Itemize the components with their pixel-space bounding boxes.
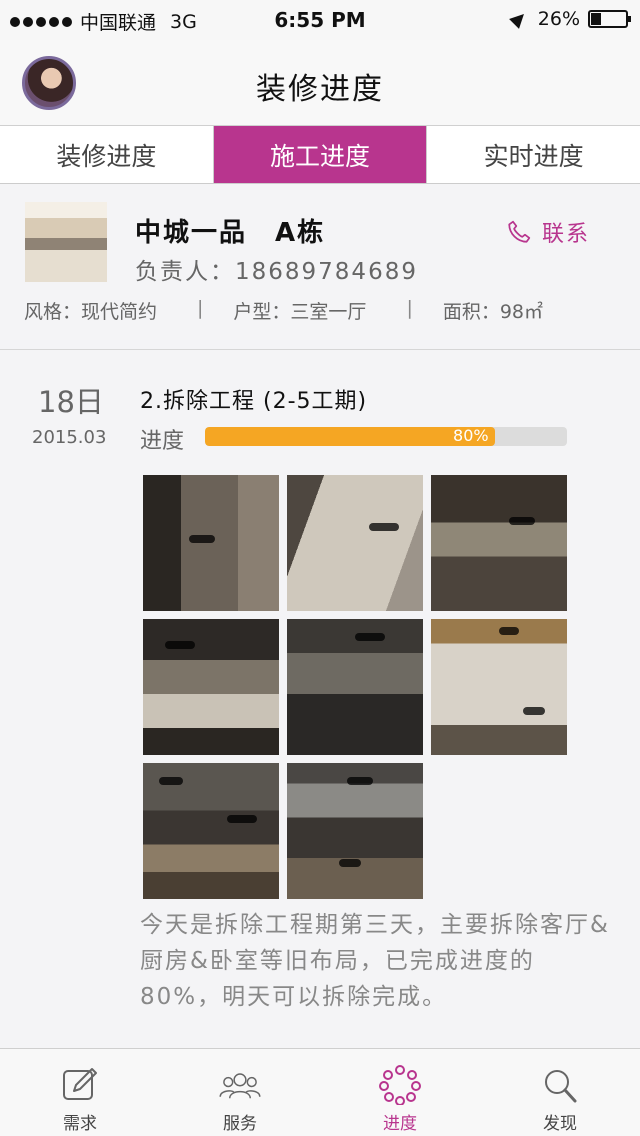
location-arrow-icon [508,9,529,29]
tab-construction-progress[interactable]: 施工进度 [213,126,428,183]
progress-label: 进度 [140,429,185,454]
step-title: 2.拆除工程 (2-5工期) [140,389,368,414]
bottom-tab-label: 发现 [543,1114,577,1134]
photo-thumbnail[interactable] [143,619,279,755]
photo-thumbnail[interactable] [287,619,423,755]
project-thumbnail[interactable] [25,202,107,282]
contact-label: 联系 [541,222,590,247]
entry-day: 18日 [38,385,104,419]
tab-decoration-progress[interactable]: 装修进度 [0,126,214,183]
page-title: 装修进度 [256,72,384,107]
bottom-tab-label: 进度 [383,1114,417,1134]
project-manager: 负责人：18689784689 [135,259,418,285]
status-bar: 中国联通 3G 6:55 PM 26% [0,0,640,40]
photo-thumbnail[interactable] [431,475,567,611]
battery-percent: 26% [537,8,580,30]
project-name: 中城一品 A栋 [135,218,326,248]
people-icon [219,1073,261,1099]
photo-thumbnail[interactable] [287,763,423,899]
spec-divider: | [197,297,204,319]
bottom-tab-progress[interactable]: 进度 [320,1049,480,1136]
bottom-tab-label: 服务 [223,1114,257,1134]
bottom-tab-discover[interactable]: 发现 [480,1049,640,1136]
spec-area: 面积：98㎡ [442,301,544,323]
bottom-tab-service[interactable]: 服务 [160,1049,320,1136]
search-icon [545,1070,577,1103]
edit-icon [63,1068,97,1100]
progress-text: 80% [453,427,489,445]
project-specs: 风格：现代简约 | 户型：三室一厅 | 面积：98㎡ [24,297,604,324]
tab-realtime-progress[interactable]: 实时进度 [427,126,640,183]
entry-month: 2015.03 [32,427,107,448]
phone-icon [508,220,531,243]
project-card: 中城一品 A栋 联系 负责人：18689784689 风格：现代简约 | 户型：… [0,184,640,350]
spec-style: 风格：现代简约 [24,301,158,323]
photo-thumbnail[interactable] [143,763,279,899]
entry-description: 今天是拆除工程期第三天，主要拆除客厅&厨房&卧室等旧布局，已完成进度的80%，明… [140,912,610,1010]
progress-bar: 80% [205,427,567,446]
nav-bar: 装修进度 [0,40,640,126]
bottom-tab-bar: 需求 服务 进度 发现 [0,1048,640,1136]
spec-layout: 户型：三室一厅 [233,301,367,323]
photo-thumbnail[interactable] [287,475,423,611]
status-right: 26% [508,8,631,30]
photo-thumbnail[interactable] [431,619,567,755]
tab-bar: 装修进度 施工进度 实时进度 [0,126,640,184]
progress-fill: 80% [205,427,495,446]
bottom-tab-label: 需求 [63,1114,97,1134]
spec-divider: | [406,297,413,319]
progress-ring-icon [379,1065,421,1105]
contact-button[interactable]: 联系 [506,216,590,248]
battery-icon [588,10,631,28]
photo-thumbnail[interactable] [143,475,279,611]
bottom-tab-demand[interactable]: 需求 [0,1049,160,1136]
